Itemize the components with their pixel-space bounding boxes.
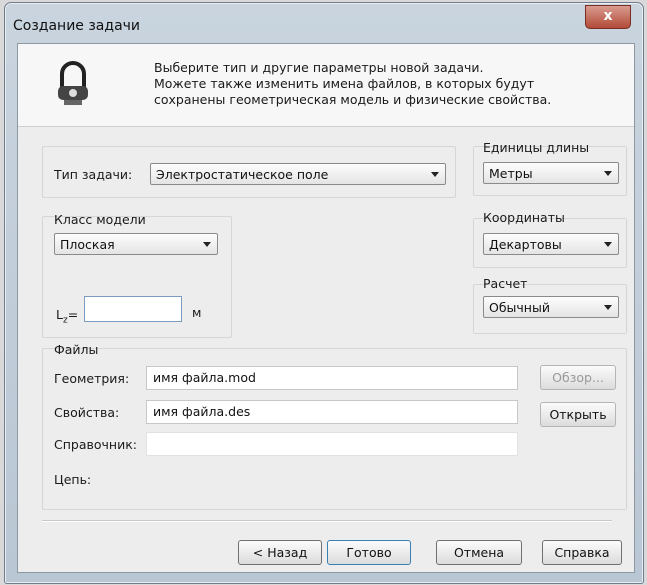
chevron-down-icon bbox=[604, 242, 612, 247]
back-button[interactable]: < Назад bbox=[238, 540, 322, 565]
lz-label: Lz= bbox=[56, 307, 78, 326]
chevron-down-icon bbox=[604, 171, 612, 176]
header-description: Выберите тип и другие параметры новой за… bbox=[154, 60, 551, 108]
geometry-file-input[interactable]: имя файла.mod bbox=[146, 366, 518, 390]
close-button[interactable]: x bbox=[585, 5, 631, 29]
reference-label: Справочник: bbox=[54, 437, 137, 452]
header-line-3: сохранены геометрическая модель и физиче… bbox=[154, 92, 552, 107]
chevron-down-icon bbox=[604, 305, 612, 310]
task-type-value: Электростатическое поле bbox=[156, 167, 329, 182]
properties-file-input[interactable]: имя файла.des bbox=[146, 400, 518, 424]
open-button[interactable]: Открыть bbox=[540, 402, 616, 427]
dialog-header: Выберите тип и другие параметры новой за… bbox=[18, 44, 634, 127]
lz-input[interactable] bbox=[84, 296, 182, 322]
model-class-select[interactable]: Плоская bbox=[54, 233, 218, 255]
length-units-label: Единицы длины bbox=[483, 140, 590, 155]
dialog-client-area: Выберите тип и другие параметры новой за… bbox=[17, 43, 635, 573]
length-units-select[interactable]: Метры bbox=[483, 162, 619, 184]
dialog-window: Создание задачи x Выберите тип и другие … bbox=[4, 2, 644, 584]
geometry-label: Геометрия: bbox=[54, 371, 130, 386]
cancel-button[interactable]: Отмена bbox=[436, 540, 522, 565]
model-class-label: Класс модели bbox=[54, 212, 146, 227]
finish-button[interactable]: Готово bbox=[327, 540, 411, 565]
coordinates-value: Декартовы bbox=[489, 237, 562, 252]
circuit-label: Цепь: bbox=[54, 472, 92, 487]
window-title: Создание задачи bbox=[13, 18, 141, 34]
coordinates-select[interactable]: Декартовы bbox=[483, 233, 619, 255]
chevron-down-icon bbox=[431, 172, 439, 177]
header-line-1: Выберите тип и другие параметры новой за… bbox=[154, 60, 484, 75]
wizard-icon bbox=[52, 60, 94, 108]
task-type-select[interactable]: Электростатическое поле bbox=[150, 163, 446, 185]
header-line-2: Можете также изменить имена файлов, в ко… bbox=[154, 76, 535, 91]
properties-label: Свойства: bbox=[54, 405, 120, 420]
length-units-value: Метры bbox=[489, 166, 533, 181]
footer-separator bbox=[42, 520, 612, 522]
lz-letter: L bbox=[56, 307, 63, 322]
lz-equals: = bbox=[67, 307, 79, 322]
chevron-down-icon bbox=[203, 242, 211, 247]
reference-file-input[interactable] bbox=[146, 432, 518, 456]
calculation-label: Расчет bbox=[483, 276, 528, 291]
calculation-value: Обычный bbox=[489, 300, 550, 315]
calculation-select[interactable]: Обычный bbox=[483, 296, 619, 318]
help-button[interactable]: Справка bbox=[542, 540, 622, 565]
model-class-value: Плоская bbox=[60, 237, 115, 252]
files-label: Файлы bbox=[54, 342, 99, 357]
browse-button[interactable]: Обзор... bbox=[540, 365, 616, 390]
lz-unit: м bbox=[192, 305, 202, 320]
coordinates-label: Координаты bbox=[483, 210, 565, 225]
task-type-label: Тип задачи: bbox=[54, 167, 133, 182]
